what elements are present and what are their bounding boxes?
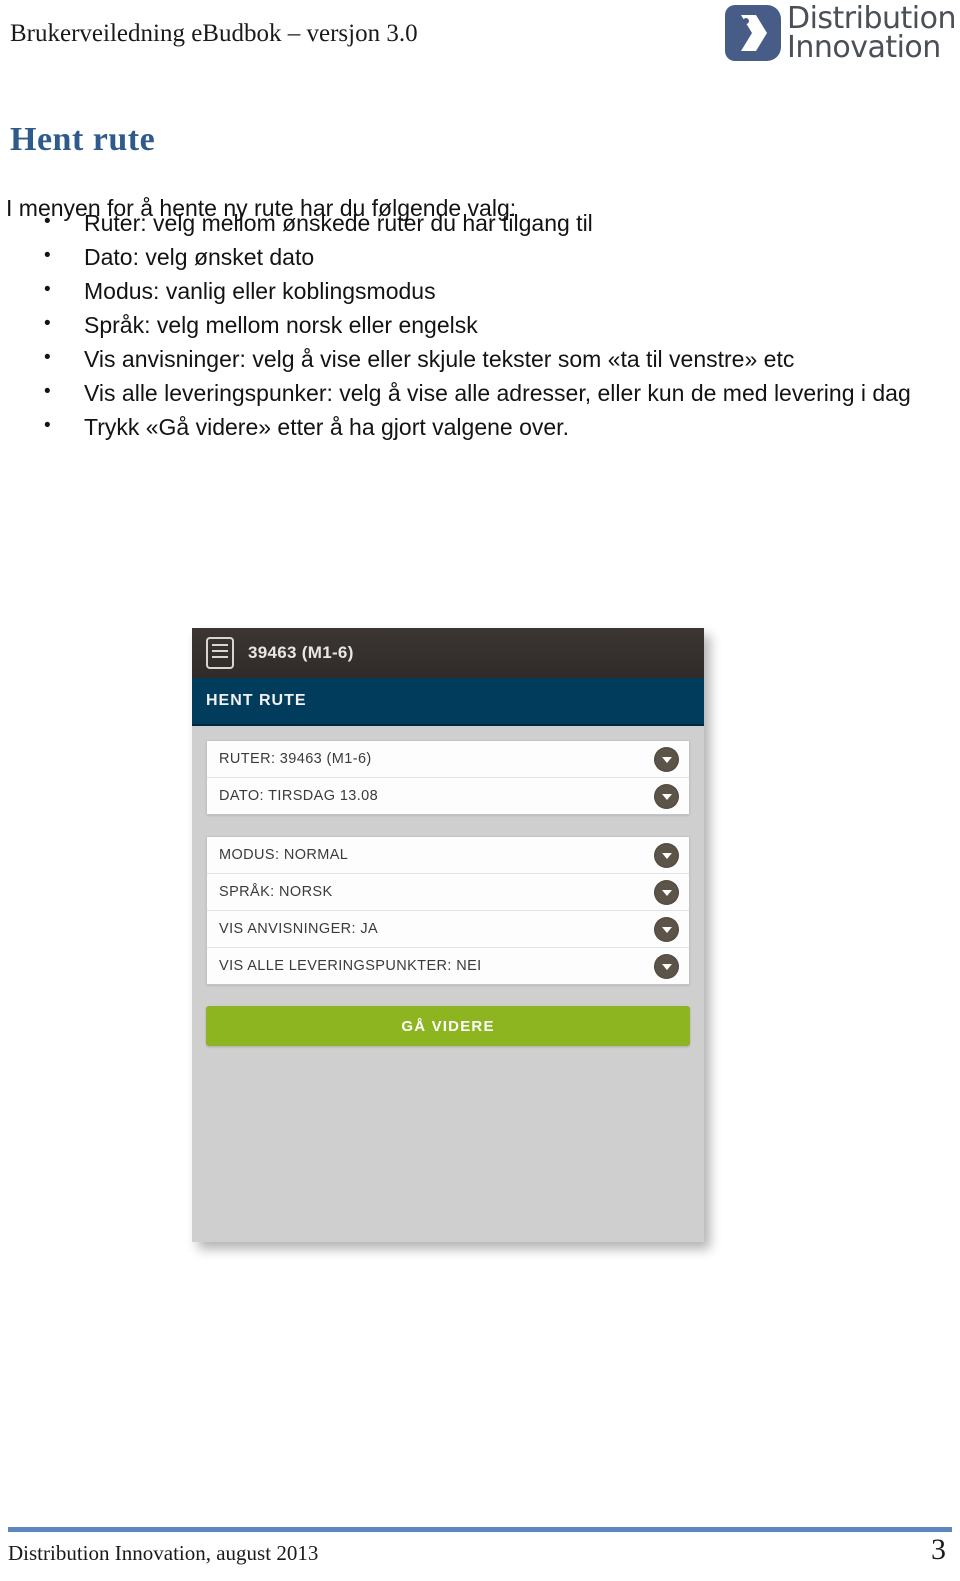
list-item: Dato: velg ønsket dato bbox=[34, 239, 914, 274]
footer-credit: Distribution Innovation, august 2013 bbox=[8, 1541, 319, 1565]
footer-divider bbox=[8, 1527, 952, 1532]
row-label-vis-anvisninger: VIS ANVISNINGER: JA bbox=[219, 921, 379, 937]
app-section-header-label: HENT RUTE bbox=[206, 692, 307, 709]
table-row[interactable]: SPRÅK: NORSK bbox=[207, 874, 689, 911]
logo-wordmark: Distribution Innovation bbox=[786, 0, 957, 65]
table-row[interactable]: VIS ANVISNINGER: JA bbox=[207, 911, 689, 948]
app-section-header: HENT RUTE bbox=[192, 678, 704, 726]
row-label-sprak: SPRÅK: NORSK bbox=[219, 884, 333, 900]
list-item: Vis alle leveringspunker: velg å vise al… bbox=[34, 375, 914, 410]
running-title: Brukerveiledning eBudbok – versjon 3.0 bbox=[10, 20, 418, 47]
chevron-right-logo-icon bbox=[724, 5, 781, 61]
row-label-ruter: RUTER: 39463 (M1-6) bbox=[219, 751, 372, 767]
row-label-vis-alle-leveringspunkter: VIS ALLE LEVERINGSPUNKTER: NEI bbox=[219, 958, 482, 974]
list-item: Vis anvisninger: velg å vise eller skjul… bbox=[34, 341, 914, 376]
table-row[interactable]: VIS ALLE LEVERINGSPUNKTER: NEI bbox=[207, 948, 689, 984]
app-route-title: 39463 (M1-6) bbox=[248, 643, 354, 662]
app-content-area: RUTER: 39463 (M1-6) DATO: TIRSDAG 13.08 … bbox=[192, 726, 704, 1230]
route-settings-card: RUTER: 39463 (M1-6) DATO: TIRSDAG 13.08 bbox=[206, 740, 690, 815]
table-row[interactable]: MODUS: NORMAL bbox=[207, 837, 689, 874]
document-footer: Distribution Innovation, august 2013 3 bbox=[0, 1517, 960, 1581]
chevron-down-icon[interactable] bbox=[654, 783, 679, 809]
app-screenshot-figure: 39463 (M1-6) HENT RUTE RUTER: 39463 (M1-… bbox=[192, 628, 704, 1242]
list-item: Modus: vanlig eller koblingsmodus bbox=[34, 273, 914, 308]
app-top-bar: 39463 (M1-6) bbox=[192, 628, 704, 678]
table-row[interactable]: DATO: TIRSDAG 13.08 bbox=[207, 778, 689, 814]
chevron-down-icon[interactable] bbox=[654, 746, 679, 772]
continue-button[interactable]: GÅ VIDERE bbox=[206, 1006, 690, 1046]
chevron-down-icon[interactable] bbox=[654, 953, 679, 979]
row-label-dato: DATO: TIRSDAG 13.08 bbox=[219, 788, 379, 804]
chevron-down-icon[interactable] bbox=[654, 842, 679, 868]
page-number: 3 bbox=[931, 1533, 946, 1566]
page-title: Hent rute bbox=[10, 120, 156, 158]
document-header: Brukerveiledning eBudbok – versjon 3.0 D… bbox=[0, 0, 960, 72]
logo-line-2: Innovation bbox=[786, 30, 941, 65]
table-row[interactable]: RUTER: 39463 (M1-6) bbox=[207, 741, 689, 778]
row-label-modus: MODUS: NORMAL bbox=[219, 847, 349, 863]
list-item: Språk: velg mellom norsk eller engelsk bbox=[34, 307, 914, 342]
options-bullet-list: Ruter: velg mellom ønskede ruter du har … bbox=[34, 205, 914, 444]
list-item: Trykk «Gå videre» etter å ha gjort valge… bbox=[34, 409, 914, 444]
brand-logo: Distribution Innovation bbox=[724, 0, 957, 65]
logo-line-1: Distribution bbox=[786, 0, 957, 36]
chevron-down-icon[interactable] bbox=[654, 916, 679, 942]
list-item: Ruter: velg mellom ønskede ruter du har … bbox=[34, 205, 914, 240]
chevron-down-icon[interactable] bbox=[654, 879, 679, 905]
list-document-icon[interactable] bbox=[206, 637, 234, 669]
display-settings-card: MODUS: NORMAL SPRÅK: NORSK VIS ANVISNING… bbox=[206, 836, 690, 985]
